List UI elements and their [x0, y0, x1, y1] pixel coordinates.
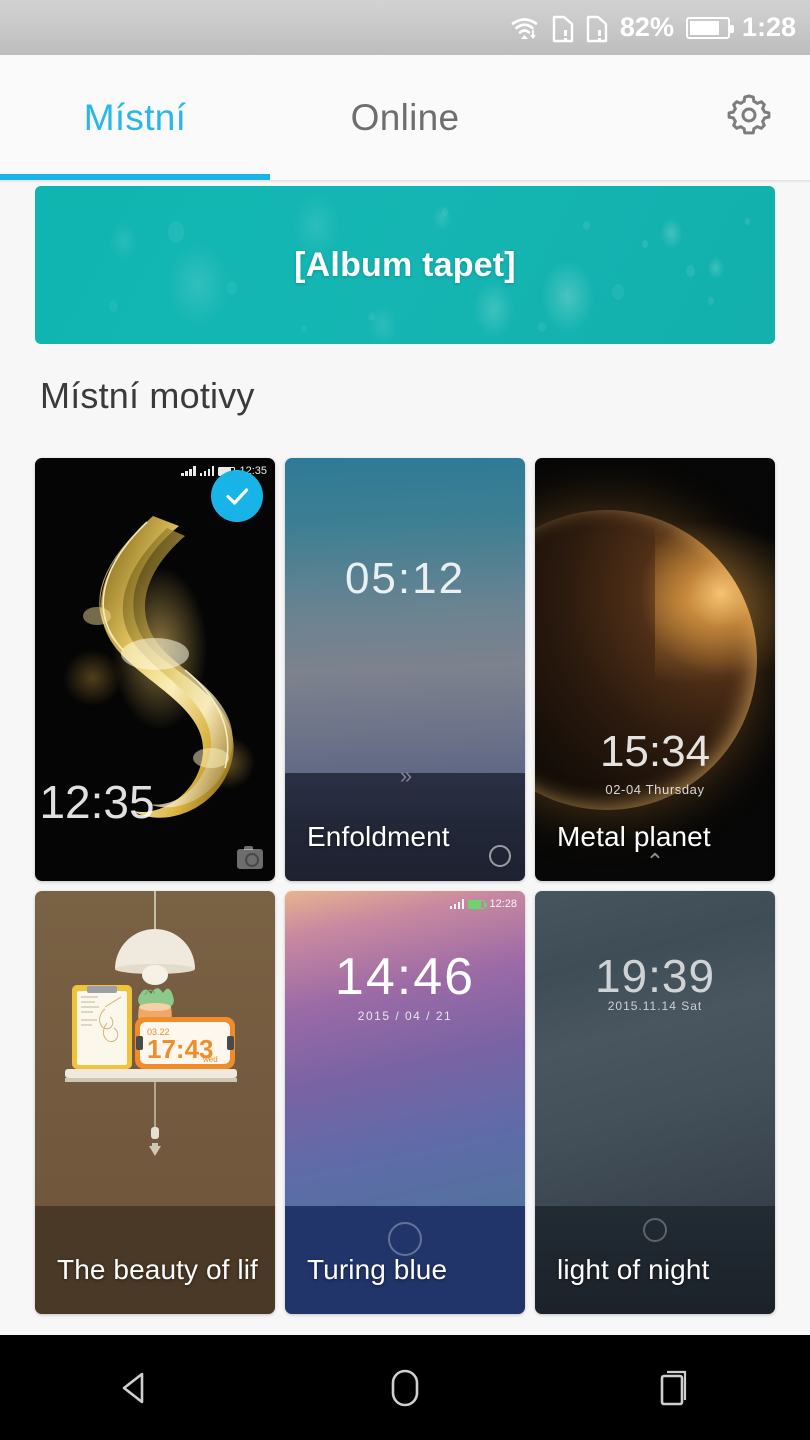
- gear-icon: [724, 90, 774, 145]
- theme-card-gold[interactable]: 12:35 12:35: [35, 458, 275, 881]
- tab-bar: Místní Online: [0, 55, 810, 180]
- banner-label: [Album tapet]: [294, 245, 516, 284]
- system-status-bar: 82% 1:28: [0, 0, 810, 55]
- recents-squares-icon: [660, 1370, 687, 1405]
- check-icon: [226, 488, 249, 505]
- theme-name: Enfoldment: [307, 821, 450, 852]
- theme-date: 2015.11.14 Sat: [607, 999, 703, 1013]
- mini-battery-icon: [468, 899, 488, 909]
- theme-date: 02-04 Thursday: [605, 782, 705, 797]
- nav-back-button[interactable]: [65, 1335, 205, 1440]
- theme-thumbnail: 05:12 » Enfoldment: [285, 458, 525, 881]
- theme-grid: 12:35 12:35 05:12 » Enfoldment 15:34 02-…: [35, 458, 775, 1314]
- phone-screen: 82% 1:28 Místní Online [Album tapet] Mís…: [0, 0, 810, 1440]
- theme-thumbnail: 19:39 2015.11.14 Sat light of night: [535, 891, 775, 1314]
- battery-percent-label: 82%: [619, 12, 674, 42]
- theme-clock: 14:46: [334, 948, 476, 1006]
- thumbnail-clock-small: 12:28: [489, 898, 517, 910]
- chevron-right-double-icon: »: [399, 763, 412, 788]
- svg-text:wed: wed: [202, 1055, 218, 1064]
- back-triangle-icon: [122, 1372, 144, 1403]
- theme-card-metal-planet[interactable]: 15:34 02-04 Thursday Metal planet ⌃: [535, 458, 775, 881]
- sim-card-alert-icon: [552, 13, 574, 43]
- theme-card-enfoldment[interactable]: 05:12 » Enfoldment: [285, 458, 525, 881]
- theme-card-beauty-of-life[interactable]: 03.22 17:43 wed The beauty of lif: [35, 891, 275, 1314]
- wifi-icon: [510, 15, 540, 41]
- theme-clock: 19:39: [594, 950, 716, 1002]
- theme-date: 2015 / 04 / 21: [357, 1009, 453, 1023]
- nav-home-button[interactable]: [335, 1335, 475, 1440]
- tab-local[interactable]: Místní: [0, 55, 270, 180]
- theme-thumbnail: 12:28 14:46 2015 / 04 / 21 Turing blue: [285, 891, 525, 1314]
- theme-name: Turing blue: [307, 1254, 448, 1285]
- signal-bars-icon: [181, 466, 196, 476]
- theme-thumbnail: 15:34 02-04 Thursday Metal planet ⌃: [535, 458, 775, 881]
- circle-icon: [489, 845, 511, 867]
- theme-clock: 15:34: [599, 727, 711, 776]
- theme-thumbnail: 03.22 17:43 wed The beauty of lif: [35, 891, 275, 1314]
- section-title: Místní motivy: [40, 375, 255, 416]
- nav-recents-button[interactable]: [605, 1335, 745, 1440]
- planet-glow: [655, 518, 775, 688]
- system-navigation-bar: [0, 1335, 810, 1440]
- thumbnail-status-bar: 12:28: [449, 898, 517, 910]
- home-circle-icon: [391, 1369, 419, 1406]
- theme-name: light of night: [557, 1254, 710, 1285]
- theme-card-light-of-night[interactable]: 19:39 2015.11.14 Sat light of night: [535, 891, 775, 1314]
- signal-bars-icon-2: [199, 466, 215, 476]
- tab-online-label: Online: [350, 96, 460, 138]
- tab-online[interactable]: Online: [270, 55, 540, 180]
- theme-name: The beauty of lif: [57, 1254, 258, 1285]
- selected-check-badge: [211, 470, 263, 522]
- wallpaper-album-banner[interactable]: [Album tapet]: [35, 186, 775, 344]
- camera-icon: [237, 846, 263, 869]
- theme-card-turing-blue[interactable]: 12:28 14:46 2015 / 04 / 21 Turing blue: [285, 891, 525, 1314]
- chevron-up-icon: ⌃: [645, 849, 665, 874]
- settings-button[interactable]: [714, 82, 784, 152]
- tab-bar-divider: [0, 180, 810, 183]
- circle-icon: [643, 1218, 667, 1242]
- battery-icon: [685, 16, 734, 39]
- tab-local-label: Místní: [83, 96, 187, 138]
- signal-bars-icon: [449, 899, 465, 909]
- theme-clock: 05:12: [344, 554, 466, 603]
- ring-icon: [388, 1222, 422, 1256]
- theme-clock: 12:35: [39, 776, 155, 828]
- sim-card-alert-icon-2: [586, 13, 608, 43]
- status-bar-clock: 1:28: [741, 12, 796, 42]
